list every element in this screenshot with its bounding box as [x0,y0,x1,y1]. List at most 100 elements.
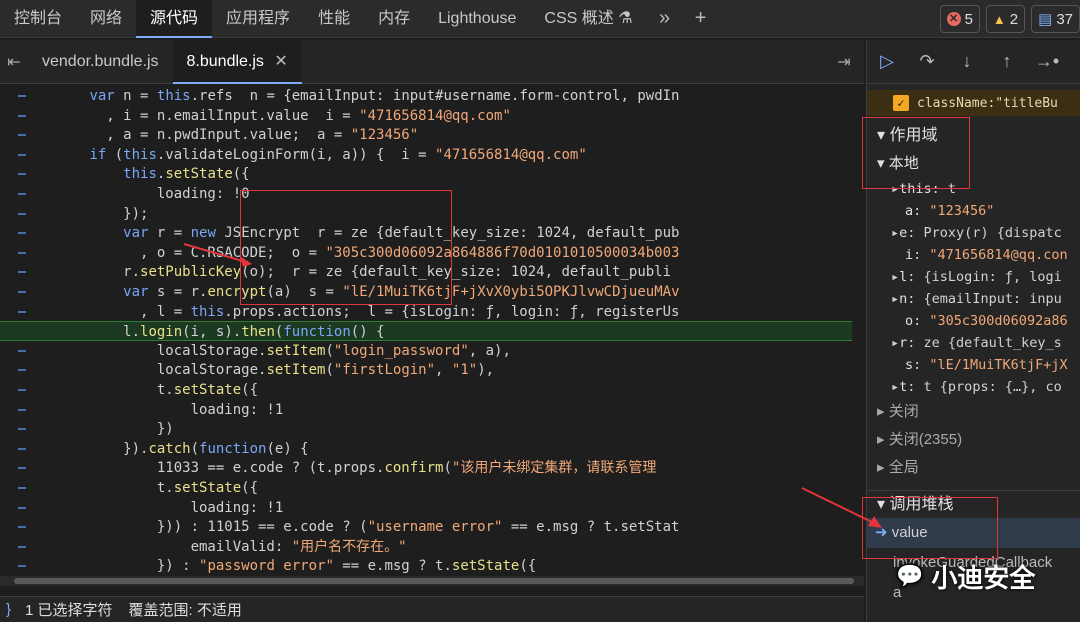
code-line[interactable]: , i = n.emailInput.value i = "471656814@… [0,106,852,126]
breakpoint-condition[interactable]: ✓ className:"titleBu [867,90,1080,116]
code-line[interactable]: , l = this.props.actions; l = {isLogin: … [0,302,852,322]
code-line[interactable]: r.setPublicKey(o); r = ze {default_key_s… [0,262,852,282]
scope-variable[interactable]: ▸n: {emailInput: inpu [867,288,1080,310]
variable-name: a [905,203,914,219]
code-line[interactable]: loading: !1 [0,400,852,420]
warning-count: 2 [1009,10,1019,28]
local-title: 本地 [888,155,919,172]
tab-network[interactable]: 网络 [76,0,136,38]
file-tab-8-bundle[interactable]: 8.bundle.js ✕ [172,39,302,84]
code-line[interactable]: t.setState({ [0,478,852,498]
code-line[interactable]: }).catch(function(e) { [0,439,852,459]
warning-count-badge[interactable]: ▲ 2 [985,5,1026,33]
tab-console[interactable]: 控制台 [0,0,76,38]
code-editor[interactable]: var n = this.refs n = {emailInput: input… [0,84,864,576]
callstack-header[interactable]: ▾ 调用堆栈 [867,490,1080,518]
error-count-badge[interactable]: ✕ 5 [939,5,980,33]
code-line[interactable]: 11033 == e.code ? (t.props.confirm("该用户未… [0,458,852,478]
chevron-right-icon: ▸ [891,269,900,285]
scope-variable[interactable]: ▸r: ze {default_key_s [867,332,1080,354]
local-scope-header[interactable]: ▾ 本地 [867,150,1080,178]
tab-memory[interactable]: 内存 [364,0,424,38]
callstack-frame-active[interactable]: ➜ value [867,518,1080,548]
scope-header[interactable]: ▾ 作用域 [867,122,1080,150]
code-line[interactable]: var n = this.refs n = {emailInput: input… [0,86,852,106]
code-line-paused[interactable]: l.login(i, s).then(function() { [0,321,852,342]
variable-value: Proxy(r) {dispatc [923,225,1062,241]
variable-value: {emailInput: inpu [923,291,1062,307]
code-line[interactable]: loading: !1 [0,498,852,518]
chevron-down-icon: ▾ [877,155,885,172]
file-tab-8-bundle-label: 8.bundle.js [186,52,264,70]
closure-scope-2355[interactable]: ▸ 关闭(2355) [867,426,1080,454]
code-line[interactable]: t.setState({ [0,380,852,400]
tab-css-overview-label: CSS 概述 [544,9,614,27]
code-line[interactable]: var r = new JSEncrypt r = ze {default_ke… [0,223,852,243]
toggle-navigator-icon[interactable]: ⇤ [0,52,28,72]
issue-badges: ✕ 5 ▲ 2 ▤ 37 [939,5,1080,33]
debugger-sidebar: ▷ ↷ ↓ ↑ →• ✓ className:"titleBu ▾ 作用域 ▾ 本… [866,40,1080,622]
global-scope[interactable]: ▸ 全局 [867,454,1080,482]
code-line[interactable]: loading: !0 [0,184,852,204]
scope-variable[interactable]: ▸t: t {props: {…}, co [867,376,1080,398]
warning-icon: ▲ [992,11,1006,27]
error-icon: ✕ [946,12,961,26]
scope-variable[interactable]: ▸l: {isLogin: ƒ, logi [867,266,1080,288]
tab-lighthouse[interactable]: Lighthouse [424,0,530,38]
code-line[interactable]: localStorage.setItem("login_password", a… [0,341,852,361]
message-count-badge[interactable]: ▤ 37 [1031,5,1080,33]
step-over-icon[interactable]: ↷ [907,51,947,72]
more-tabs-icon[interactable]: » [647,7,683,30]
chevron-right-icon: ▸ [877,403,885,420]
horizontal-scrollbar[interactable] [0,576,864,586]
scrollbar-thumb[interactable] [14,578,854,584]
pretty-print-icon[interactable]: } [6,601,11,618]
frame-name: value [891,524,928,541]
debugger-controls: ▷ ↷ ↓ ↑ →• [867,40,1080,84]
scope-variable[interactable]: a: "123456" [867,200,1080,222]
code-line[interactable]: if (this.validateLoginForm(i, a)) { i = … [0,145,852,165]
separator: : [907,225,924,241]
variable-value: "lE/1MuiTK6tjF+jX [929,357,1068,373]
tab-css-overview[interactable]: CSS 概述 ⚗ [530,0,646,38]
scope-variable[interactable]: ▸this: t [867,178,1080,200]
code-line[interactable]: , o = C.RSACODE; o = "305c300d06092a8648… [0,243,852,263]
tab-sources[interactable]: 源代码 [136,0,213,38]
separator: : [907,379,924,395]
code-line[interactable]: emailValid: "用户名不存在。" [0,537,852,557]
step-out-icon[interactable]: ↑ [987,51,1027,72]
scope-variable[interactable]: i: "471656814@qq.con [867,244,1080,266]
step-icon[interactable]: →• [1027,51,1067,72]
code-line[interactable]: var s = r.encrypt(a) s = "lE/1MuiTK6tjF+… [0,282,852,302]
add-tab-icon[interactable]: + [683,7,719,30]
resume-icon[interactable]: ▷ [867,51,907,72]
tab-application[interactable]: 应用程序 [212,0,304,38]
code-line[interactable]: this.setState({ [0,164,852,184]
callstack-title: 调用堆栈 [889,496,954,513]
checkbox-icon[interactable]: ✓ [893,95,909,111]
tab-performance[interactable]: 性能 [304,0,364,38]
wechat-icon: 💬 [896,563,924,588]
close-icon[interactable]: ✕ [274,53,287,70]
scope-variable[interactable]: s: "lE/1MuiTK6tjF+jX [867,354,1080,376]
file-tab-vendor[interactable]: vendor.bundle.js [28,40,173,84]
chevron-down-icon: ▾ [877,127,886,144]
toggle-debugger-icon[interactable]: ⇥ [824,52,864,72]
code-line[interactable]: }) [0,419,852,439]
scope-variable[interactable]: ▸e: Proxy(r) {dispatc [867,222,1080,244]
global-label: 全局 [888,459,919,476]
chevron-right-icon: ▸ [891,291,900,307]
watermark-text: 小迪安全 [931,562,1036,593]
closure-scope[interactable]: ▸ 关闭 [867,398,1080,426]
flask-icon: ⚗ [618,9,633,27]
chevron-right-icon: ▸ [891,335,900,351]
code-line[interactable]: })) : 11015 == e.code ? ("username error… [0,517,852,537]
code-line[interactable]: }) : "password error" == e.msg ? t.setSt… [0,556,852,576]
code-line[interactable]: }); [0,204,852,224]
code-line[interactable]: localStorage.setItem("firstLogin", "1"), [0,360,852,380]
code-line[interactable]: , a = n.pwdInput.value; a = "123456" [0,125,852,145]
variable-name: s [905,357,914,373]
step-into-icon[interactable]: ↓ [947,51,987,72]
separator: : [913,203,930,219]
scope-variable[interactable]: o: "305c300d06092a86 [867,310,1080,332]
